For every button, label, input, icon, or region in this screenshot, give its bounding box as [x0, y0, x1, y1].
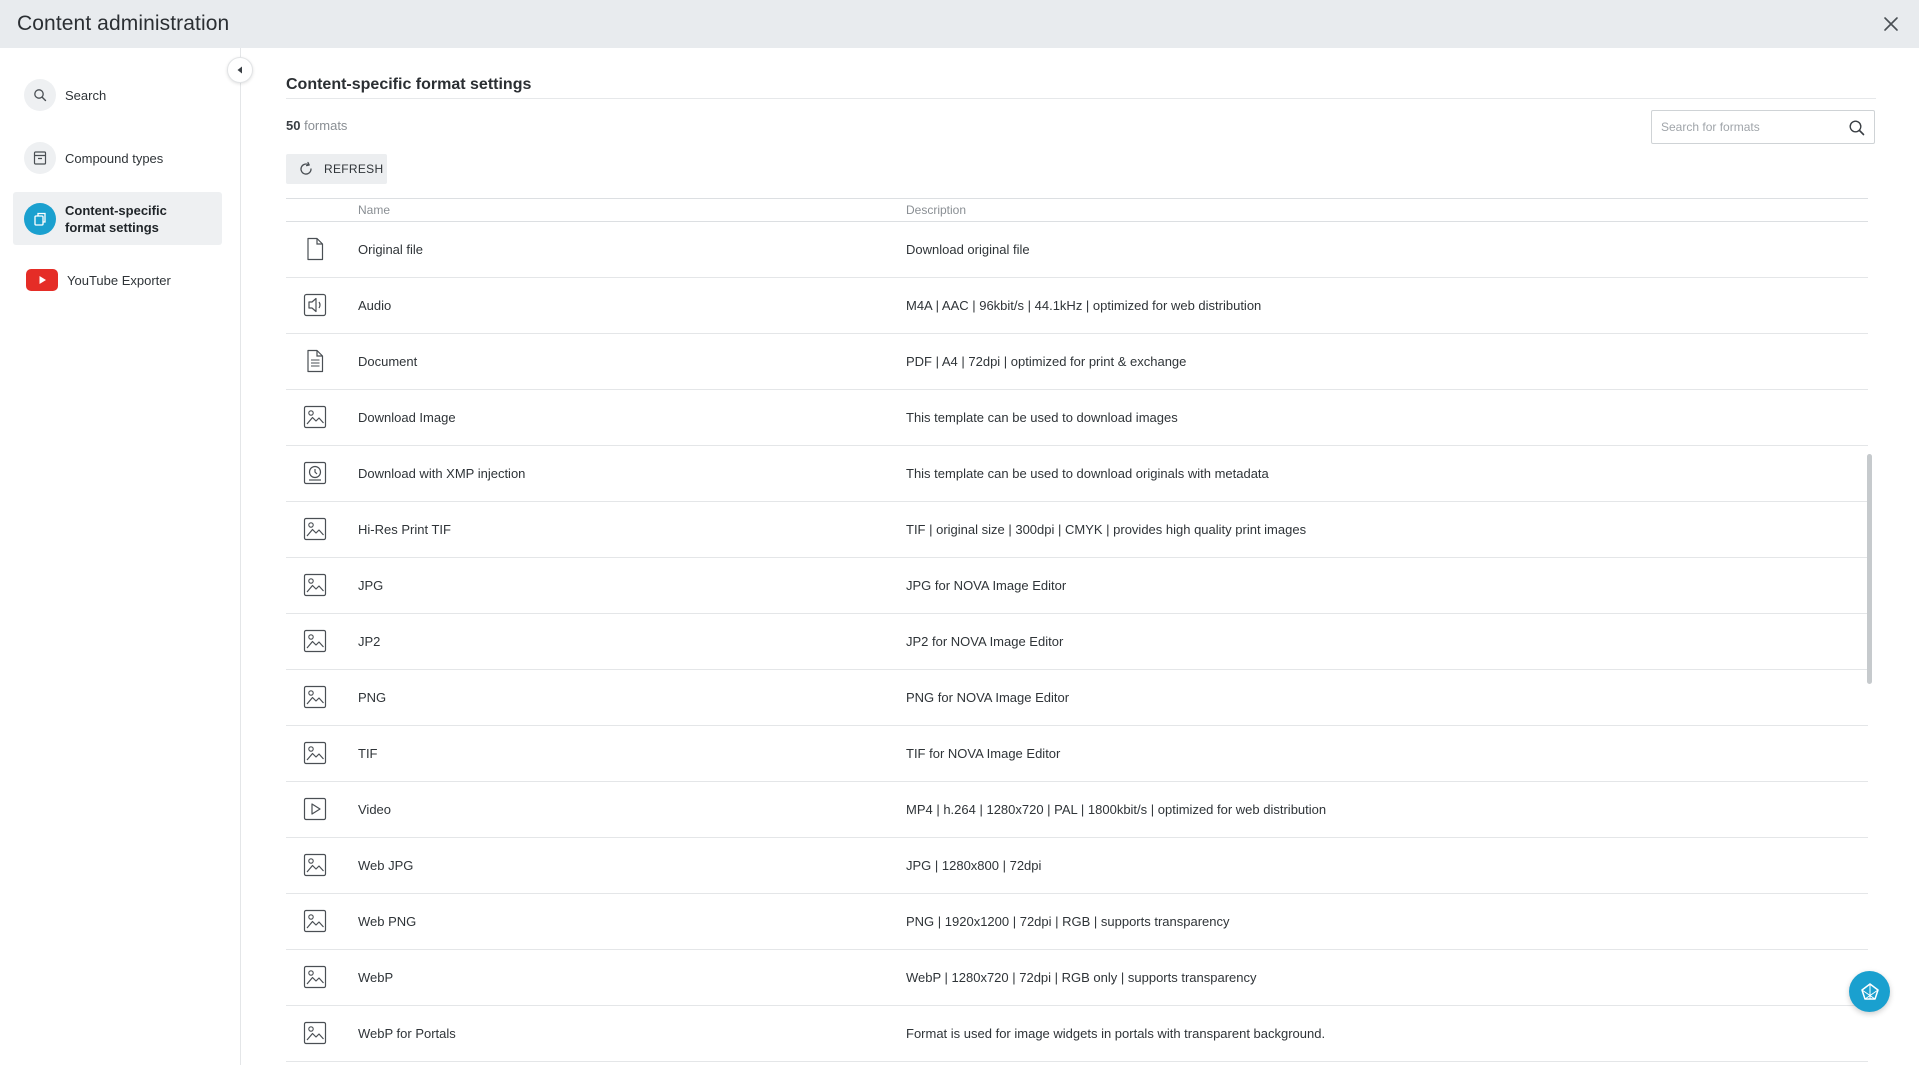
format-name: Original file — [358, 242, 424, 257]
refresh-label: REFRESH — [324, 162, 384, 176]
format-name: Web JPG — [358, 858, 414, 873]
table-row[interactable]: PNG PNG for NOVA Image Editor — [286, 670, 1868, 726]
table-row[interactable]: WebP WebP | 1280x720 | 72dpi | RGB only |… — [286, 950, 1868, 1006]
image-icon — [302, 516, 328, 542]
refresh-button[interactable]: REFRESH — [286, 154, 387, 184]
search-input[interactable] — [1661, 118, 1841, 136]
xmp-icon — [302, 460, 328, 486]
app-title: Content administration — [17, 12, 230, 35]
format-count-value: 50 — [286, 118, 301, 133]
format-name: JP2 — [358, 634, 381, 649]
table-header: Name Description — [286, 198, 1868, 222]
table-row[interactable]: WebP for Portals Format is used for image… — [286, 1006, 1868, 1062]
table-row[interactable]: TIF TIF for NOVA Image Editor — [286, 726, 1868, 782]
assistant-button[interactable] — [1849, 971, 1890, 1012]
search-field[interactable] — [1651, 110, 1875, 144]
table-row[interactable]: JPG JPG for NOVA Image Editor — [286, 558, 1868, 614]
app-header: Content administration — [0, 0, 1919, 48]
format-name: TIF — [358, 746, 378, 761]
format-description: PNG | 1920x1200 | 72dpi | RGB | supports… — [906, 914, 1230, 929]
scrollbar[interactable] — [1867, 454, 1872, 684]
format-description: WebP | 1280x720 | 72dpi | RGB only | sup… — [906, 970, 1257, 985]
document-icon — [302, 348, 328, 374]
format-name: Audio — [358, 298, 392, 313]
image-icon — [302, 628, 328, 654]
format-description: TIF | original size | 300dpi | CMYK | pr… — [906, 522, 1307, 537]
youtube-icon — [26, 269, 58, 291]
table-row[interactable]: Original file Download original file — [286, 222, 1868, 278]
format-name: WebP — [358, 970, 394, 985]
file-icon — [302, 236, 328, 262]
image-icon — [302, 404, 328, 430]
image-icon — [302, 684, 328, 710]
table-row[interactable]: Download with XMP injection This template… — [286, 446, 1868, 502]
refresh-icon — [298, 161, 314, 177]
divider — [286, 98, 1876, 99]
image-icon — [302, 740, 328, 766]
image-icon — [302, 1020, 328, 1046]
sidebar-item-youtube-exporter[interactable]: YouTube Exporter — [13, 262, 222, 298]
image-icon — [302, 964, 328, 990]
format-description: Download original file — [906, 242, 1030, 257]
format-description: JPG for NOVA Image Editor — [906, 578, 1067, 593]
main-content: Content-specific format settings 50 form… — [286, 48, 1876, 1065]
table-row[interactable]: Web PNG PNG | 1920x1200 | 72dpi | RGB | s… — [286, 894, 1868, 950]
audio-icon — [302, 292, 328, 318]
table-row[interactable]: Web JPG JPG | 1280x800 | 72dpi — [286, 838, 1868, 894]
table-row[interactable]: Video MP4 | h.264 | 1280x720 | PAL | 1800… — [286, 782, 1868, 838]
format-description: This template can be used to download im… — [906, 410, 1178, 425]
image-icon — [302, 572, 328, 598]
format-description: PDF | A4 | 72dpi | optimized for print &… — [906, 354, 1187, 369]
format-description: JP2 for NOVA Image Editor — [906, 634, 1064, 649]
image-icon — [302, 852, 328, 878]
assistant-icon — [1860, 982, 1879, 1000]
format-description: This template can be used to download or… — [906, 466, 1269, 481]
format-name: PNG — [358, 690, 387, 705]
format-name: Download with XMP injection — [358, 466, 526, 481]
format-count: 50 formats — [286, 118, 347, 133]
sidebar-item-compound-types[interactable]: Compound types — [13, 138, 222, 178]
sidebar-item-label: Compound types — [65, 150, 164, 166]
table-body: Original file Download original file Audio… — [286, 222, 1868, 1062]
format-description: JPG | 1280x800 | 72dpi — [906, 858, 1042, 873]
column-header-description[interactable]: Description — [906, 203, 966, 217]
table-row[interactable]: Document PDF | A4 | 72dpi | optimized for… — [286, 334, 1868, 390]
close-icon[interactable] — [1880, 13, 1902, 35]
image-icon — [302, 908, 328, 934]
format-count-unit: formats — [304, 118, 348, 133]
table-row[interactable]: Audio M4A | AAC | 96kbit/s | 44.1kHz | op… — [286, 278, 1868, 334]
collapse-sidebar-button[interactable] — [227, 57, 253, 83]
format-name: Video — [358, 802, 392, 817]
format-name: JPG — [358, 578, 384, 593]
sidebar-item-label: YouTube Exporter — [67, 272, 171, 288]
video-icon — [302, 796, 328, 822]
format-settings-icon — [24, 202, 56, 235]
format-description: M4A | AAC | 96kbit/s | 44.1kHz | optimiz… — [906, 298, 1262, 313]
sidebar-item-label: Search — [65, 87, 107, 103]
format-description: Format is used for image widgets in port… — [906, 1026, 1326, 1041]
format-name: WebP for Portals — [358, 1026, 456, 1041]
table-row[interactable]: JP2 JP2 for NOVA Image Editor — [286, 614, 1868, 670]
format-description: MP4 | h.264 | 1280x720 | PAL | 1800kbit/… — [906, 802, 1327, 817]
search-icon — [24, 79, 56, 111]
column-header-name[interactable]: Name — [358, 203, 390, 217]
format-name: Download Image — [358, 410, 456, 425]
format-name: Hi-Res Print TIF — [358, 522, 451, 537]
compound-types-icon — [24, 142, 56, 174]
sidebar-item-format-settings[interactable]: Content-specific format settings — [13, 192, 222, 245]
table-row[interactable]: Hi-Res Print TIF TIF | original size | 30… — [286, 502, 1868, 558]
format-description: PNG for NOVA Image Editor — [906, 690, 1070, 705]
sidebar: Search Compound types Content-specific f… — [0, 48, 241, 1065]
search-icon[interactable] — [1848, 119, 1866, 137]
sidebar-item-label: Content-specific format settings — [65, 202, 167, 235]
chevron-left-icon — [237, 66, 242, 74]
table-row[interactable]: Download Image This template can be used … — [286, 390, 1868, 446]
formats-table: Name Description Original file Download o… — [286, 198, 1868, 1062]
sidebar-item-search[interactable]: Search — [13, 75, 222, 115]
page-title: Content-specific format settings — [286, 76, 532, 93]
format-name: Document — [358, 354, 418, 369]
format-name: Web PNG — [358, 914, 417, 929]
format-description: TIF for NOVA Image Editor — [906, 746, 1061, 761]
